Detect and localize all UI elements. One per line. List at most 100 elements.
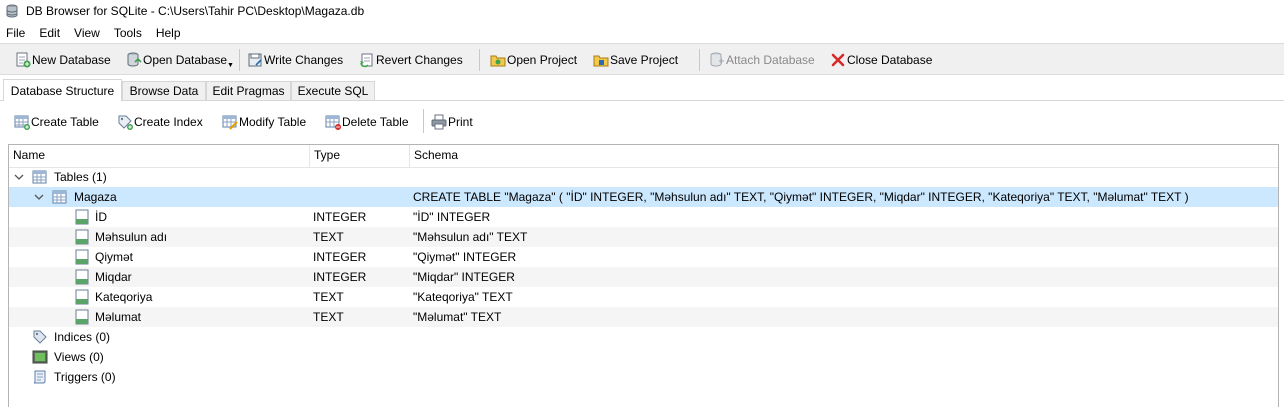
field-schema: "İD" INTEGER [413, 210, 491, 224]
new-database-icon [16, 52, 31, 68]
revert-changes-label: Revert Changes [376, 53, 463, 67]
window-title: DB Browser for SQLite - C:\Users\Tahir P… [26, 4, 365, 18]
modify-table-label: Modify Table [239, 115, 307, 129]
create-index-label: Create Index [134, 115, 203, 129]
column-header-type[interactable]: Type [310, 145, 410, 167]
print-button[interactable]: Print [431, 113, 473, 131]
attach-database-icon [710, 52, 724, 67]
database-structure-tree[interactable]: Name Type Schema Tables (1) Magaza CREAT… [8, 144, 1279, 407]
printer-icon [431, 114, 447, 130]
create-table-label: Create Table [31, 115, 99, 129]
write-changes-icon [248, 53, 262, 67]
open-project-icon [490, 55, 506, 67]
delete-table-icon [325, 115, 341, 130]
tree-row-field[interactable]: Qiymət INTEGER "Qiymət" INTEGER [9, 247, 1278, 267]
open-project-button[interactable]: Open Project [490, 50, 577, 70]
close-database-button[interactable]: Close Database [830, 50, 932, 70]
attach-database-button[interactable]: Attach Database [709, 50, 815, 70]
field-icon [75, 289, 89, 305]
field-name: Məlumat [95, 310, 142, 324]
print-label: Print [448, 115, 473, 129]
tree-row-field[interactable]: İD INTEGER "İD" INTEGER [9, 207, 1278, 227]
tab-bar: Database Structure Browse Data Edit Prag… [0, 79, 1284, 101]
tree-row-indices[interactable]: Indices (0) [9, 327, 1278, 347]
save-project-button[interactable]: Save Project [593, 50, 678, 70]
column-header-name[interactable]: Name [9, 145, 310, 167]
indices-label: Indices (0) [54, 330, 111, 344]
tree-row-views[interactable]: Views (0) [9, 347, 1278, 367]
field-schema: "Kateqoriya" TEXT [413, 290, 513, 304]
field-name: Qiymət [95, 250, 134, 264]
menu-view[interactable]: View [67, 26, 107, 40]
index-tag-icon [33, 330, 47, 344]
field-type: TEXT [313, 230, 344, 244]
delete-table-button[interactable]: Delete Table [325, 113, 409, 131]
field-type: INTEGER [313, 250, 367, 264]
menu-tools[interactable]: Tools [107, 26, 149, 40]
close-database-label: Close Database [847, 53, 933, 67]
field-name: Kateqoriya [95, 290, 153, 304]
title-bar: DB Browser for SQLite - C:\Users\Tahir P… [0, 0, 1284, 22]
triggers-label: Triggers (0) [54, 370, 116, 384]
tab-execute-sql[interactable]: Execute SQL [291, 81, 375, 100]
tab-database-structure[interactable]: Database Structure [3, 79, 122, 101]
menu-help[interactable]: Help [149, 26, 188, 40]
create-index-button[interactable]: Create Index [117, 113, 203, 131]
attach-database-label: Attach Database [726, 53, 815, 67]
tree-row-field[interactable]: Məlumat TEXT "Məlumat" TEXT [9, 307, 1278, 327]
open-database-dropdown-icon[interactable]: ▼ [227, 62, 234, 69]
tree-row-table-magaza[interactable]: Magaza CREATE TABLE "Magaza" ( "İD" INTE… [9, 187, 1278, 207]
field-schema: "Məhsulun adı" TEXT [413, 230, 528, 244]
tree-row-field[interactable]: Məhsulun adı TEXT "Məhsulun adı" TEXT [9, 227, 1278, 247]
modify-table-button[interactable]: Modify Table [222, 113, 306, 131]
menu-edit[interactable]: Edit [32, 26, 67, 40]
field-schema: "Qiymət" INTEGER [413, 250, 517, 264]
field-schema: "Məlumat" TEXT [413, 310, 502, 324]
modify-table-icon [222, 115, 238, 130]
database-app-icon [6, 4, 18, 18]
tree-row-field[interactable]: Kateqoriya TEXT "Kateqoriya" TEXT [9, 287, 1278, 307]
tree-row-tables[interactable]: Tables (1) [9, 167, 1278, 187]
chevron-down-icon[interactable] [14, 173, 24, 181]
create-table-button[interactable]: Create Table [14, 113, 99, 131]
toolbar-separator [239, 49, 240, 71]
tree-header: Name Type Schema [9, 145, 1278, 168]
chevron-down-icon[interactable] [34, 193, 44, 201]
tree-row-field[interactable]: Miqdar INTEGER "Miqdar" INTEGER [9, 267, 1278, 287]
delete-table-label: Delete Table [342, 115, 409, 129]
save-project-label: Save Project [610, 53, 679, 67]
trigger-script-icon [33, 370, 46, 384]
open-database-icon [127, 52, 142, 67]
open-database-button[interactable]: Open Database [126, 50, 227, 70]
field-icon [75, 209, 89, 225]
views-label: Views (0) [54, 350, 104, 364]
save-project-icon [593, 55, 609, 67]
table-name: Magaza [74, 190, 117, 204]
open-project-label: Open Project [507, 53, 578, 67]
field-icon [75, 309, 89, 325]
field-name: Miqdar [95, 270, 132, 284]
revert-changes-icon [360, 53, 373, 68]
field-icon [75, 249, 89, 265]
toolbar-separator [479, 49, 480, 71]
create-index-icon [118, 115, 133, 130]
table-schema: CREATE TABLE "Magaza" ( "İD" INTEGER, "M… [413, 190, 1189, 204]
tab-browse-data[interactable]: Browse Data [122, 81, 206, 100]
tab-edit-pragmas[interactable]: Edit Pragmas [206, 81, 291, 100]
write-changes-button[interactable]: Write Changes [247, 50, 343, 70]
menu-bar: File Edit View Tools Help [0, 24, 188, 42]
field-name: İD [95, 210, 107, 224]
column-header-schema[interactable]: Schema [410, 145, 1278, 167]
field-type: TEXT [313, 310, 344, 324]
write-changes-label: Write Changes [264, 53, 344, 67]
menu-file[interactable]: File [0, 26, 32, 40]
new-database-button[interactable]: New Database [15, 50, 111, 70]
revert-changes-button[interactable]: Revert Changes [359, 50, 463, 70]
field-schema: "Miqdar" INTEGER [413, 270, 515, 284]
open-database-label: Open Database [143, 53, 228, 67]
close-icon [831, 53, 845, 67]
tree-row-triggers[interactable]: Triggers (0) [9, 367, 1278, 387]
table-icon [52, 190, 67, 204]
field-icon [75, 229, 89, 245]
view-icon [32, 350, 48, 364]
